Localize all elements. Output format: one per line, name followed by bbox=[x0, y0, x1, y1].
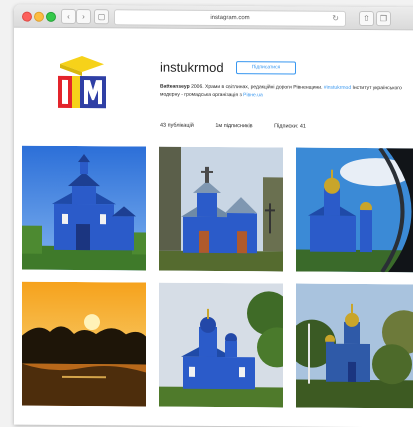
bio-year: 2006. bbox=[191, 83, 204, 90]
photo-tile[interactable] bbox=[159, 146, 283, 272]
blue-church-photo bbox=[22, 145, 146, 271]
profile-bio: Batteanseyp 2006. Храми в світлинах, ред… bbox=[160, 84, 413, 101]
browser-window: ‹ › ▢ instagram.com ↻ ⇧ ❐ instukrmod Під… bbox=[14, 4, 413, 427]
following-link[interactable]: Підписки: 41 bbox=[274, 123, 306, 129]
posts-count: 43 публікацій bbox=[160, 122, 194, 129]
photo-tile[interactable] bbox=[296, 283, 413, 409]
bio-text-1: Храми в світлинах, редакційні дороги Рів… bbox=[205, 83, 323, 91]
address-url: instagram.com bbox=[210, 14, 250, 22]
photo-tile[interactable] bbox=[159, 282, 283, 408]
address-bar[interactable]: instagram.com ↻ bbox=[114, 9, 346, 27]
blue-church-photo bbox=[296, 147, 413, 273]
bio-name: Batteanseyp bbox=[160, 83, 190, 90]
profile-username: instukrmod bbox=[160, 59, 224, 76]
browser-toolbar: ‹ › ▢ instagram.com ↻ ⇧ ❐ bbox=[14, 4, 413, 31]
sunset-photo bbox=[22, 281, 146, 407]
followers-link[interactable]: 1м підписників bbox=[215, 123, 252, 129]
bio-hashtag-link[interactable]: #instukrmod bbox=[324, 85, 351, 91]
sidebar-icon[interactable]: ▢ bbox=[94, 9, 109, 25]
photo-tile[interactable] bbox=[296, 147, 413, 273]
profile-header: instukrmod Підписатися Batteanseyp 2006.… bbox=[14, 28, 413, 146]
blue-church-photo bbox=[159, 282, 283, 408]
tabs-icon[interactable]: ❐ bbox=[376, 11, 391, 27]
photo-tile[interactable] bbox=[22, 281, 146, 407]
profile-logo[interactable] bbox=[52, 54, 112, 114]
chevron-right-icon[interactable]: › bbox=[76, 9, 91, 25]
profile-stats: 43 публікацій 1м підписників Підписки: 4… bbox=[160, 123, 326, 130]
reload-icon[interactable]: ↻ bbox=[332, 12, 339, 26]
bio-website-link[interactable]: Рівне.ua bbox=[243, 92, 263, 98]
photo-grid bbox=[22, 145, 413, 409]
church-forest-photo bbox=[296, 283, 413, 409]
follow-button[interactable]: Підписатися bbox=[236, 61, 296, 75]
close-window-button[interactable] bbox=[22, 11, 32, 22]
blue-church-photo bbox=[159, 146, 283, 272]
photo-tile[interactable] bbox=[22, 145, 146, 271]
share-icon[interactable]: ⇧ bbox=[359, 10, 374, 27]
zoom-window-button[interactable] bbox=[46, 11, 56, 22]
minimize-window-button[interactable] bbox=[34, 11, 44, 22]
chevron-left-icon[interactable]: ‹ bbox=[61, 8, 76, 25]
